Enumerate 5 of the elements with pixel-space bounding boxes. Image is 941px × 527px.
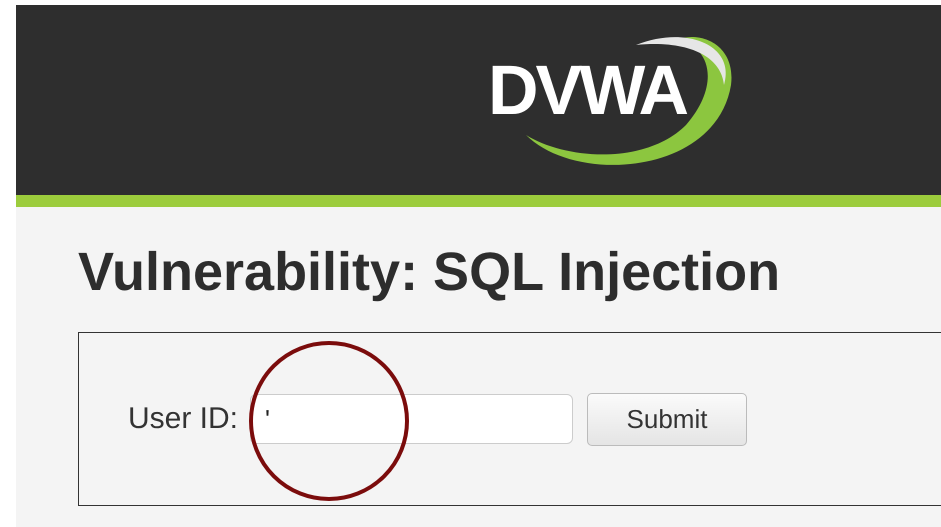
submit-button[interactable]: Submit <box>587 392 748 446</box>
user-id-field[interactable]: ' <box>250 394 574 444</box>
field-label: User ID: <box>128 402 238 436</box>
page-title: Vulnerability: SQL Injection <box>78 241 782 304</box>
logo-text: DVWA <box>488 50 686 130</box>
